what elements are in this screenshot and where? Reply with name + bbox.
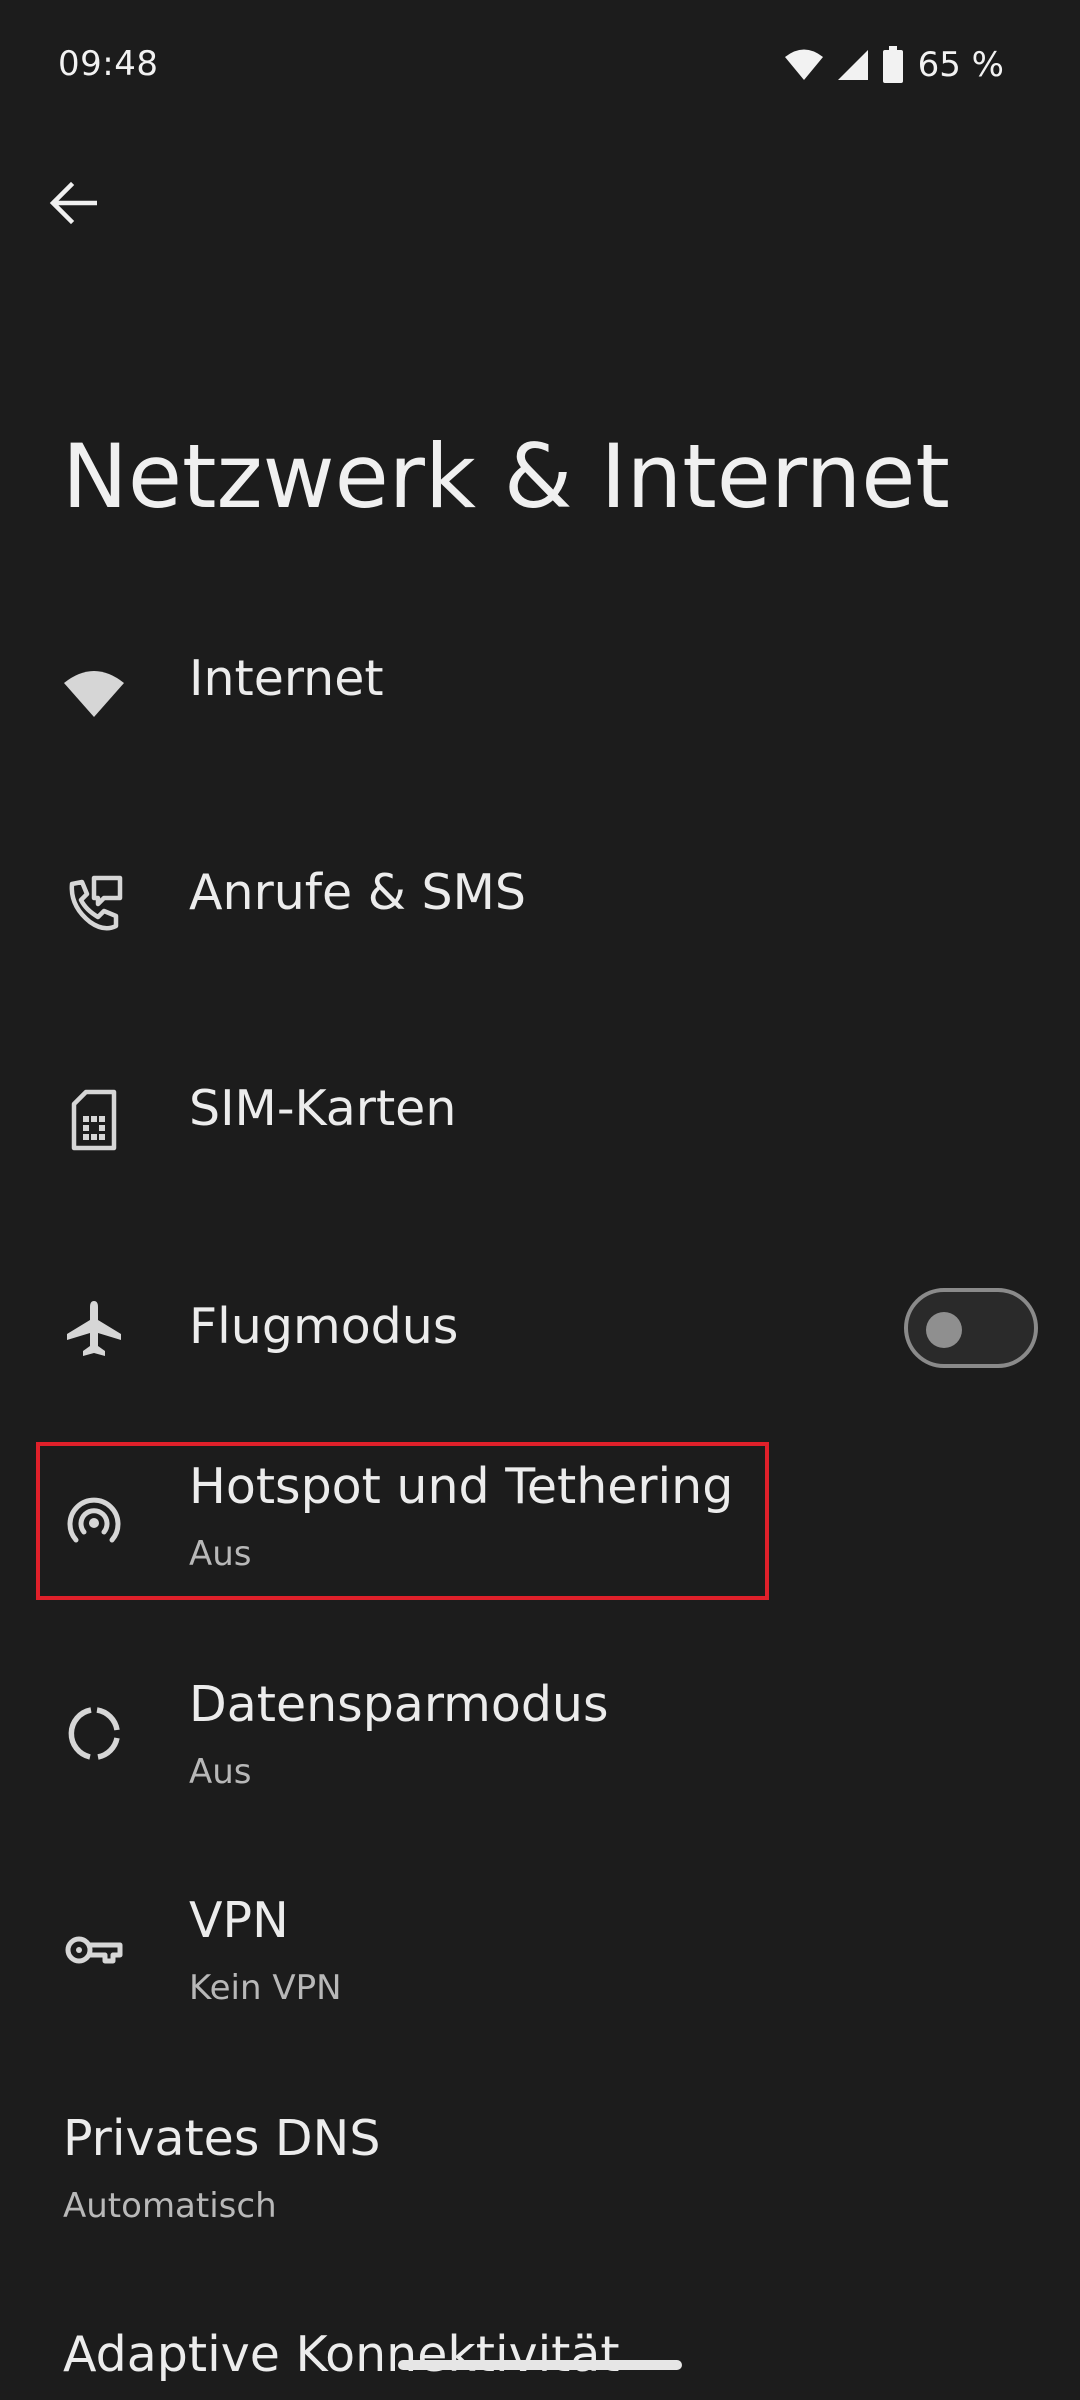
list-item-sim-cards[interactable]: SIM-Karten [0,1038,1080,1188]
cell-signal-icon [836,48,870,82]
list-item-vpn[interactable]: VPN Kein VPN [0,1876,1080,2034]
status-time: 09:48 [58,44,159,84]
list-item-label: Datensparmodus [189,1676,609,1733]
list-item-private-dns[interactable]: Privates DNS Automatisch [0,2094,1080,2252]
list-item-label: Anrufe & SMS [189,864,527,921]
list-item-internet[interactable]: Internet [0,610,1080,760]
airplane-icon [54,1288,134,1368]
page-title: Netzwerk & Internet [62,425,950,528]
data-saver-icon [54,1694,134,1774]
wifi-icon [54,652,134,732]
highlight-box [36,1442,769,1600]
list-item-label: Privates DNS [63,2110,381,2167]
list-item-subtitle: Kein VPN [189,1968,342,2008]
list-item-label: Flugmodus [189,1298,459,1355]
sim-card-icon [54,1080,134,1160]
status-bar: 09:48 65 % [0,0,1080,130]
list-item-label: VPN [189,1892,289,1949]
list-item-label: SIM-Karten [189,1080,457,1137]
wifi-icon [784,48,824,82]
battery-icon [882,46,904,84]
key-icon [54,1910,134,1990]
home-indicator[interactable] [398,2360,682,2370]
list-item-subtitle: Aus [189,1752,252,1792]
list-item-adaptive-connectivity[interactable]: Adaptive Konnektivität [0,2310,1080,2400]
airplane-mode-toggle[interactable] [904,1288,1038,1368]
battery-percentage: 65 % [917,45,1004,85]
status-icons: 65 % [784,44,1004,86]
back-button[interactable] [28,160,118,250]
list-item-data-saver[interactable]: Datensparmodus Aus [0,1660,1080,1818]
list-item-label: Internet [189,650,384,707]
phone-sms-icon [54,864,134,944]
list-item-label: Adaptive Konnektivität [63,2326,620,2383]
toggle-knob [926,1312,962,1348]
list-item-subtitle: Automatisch [63,2186,277,2226]
arrow-back-icon [49,181,98,229]
list-item-calls-sms[interactable]: Anrufe & SMS [0,822,1080,972]
